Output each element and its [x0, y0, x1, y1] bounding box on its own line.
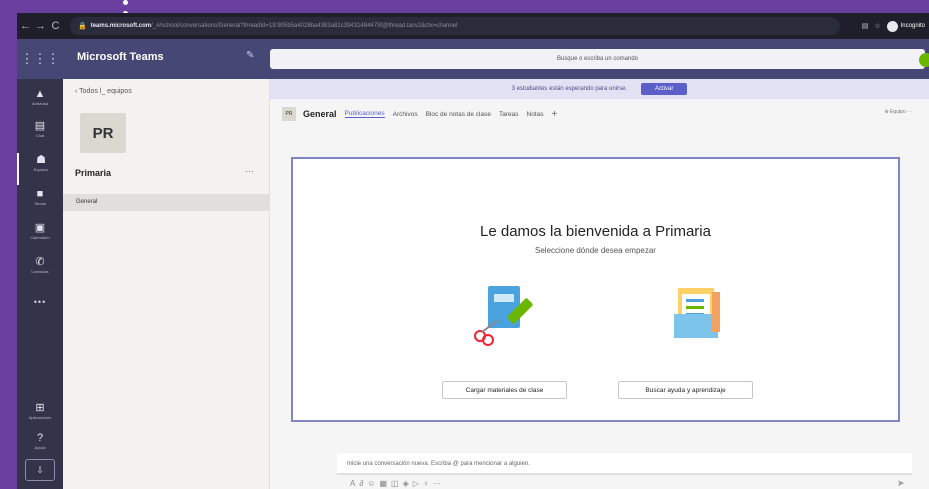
url-path: /_#/school/conversations/General?threadI…	[151, 23, 458, 29]
phone-icon: ✆	[35, 256, 45, 268]
channel-item-general[interactable]: General	[63, 194, 269, 211]
address-bar[interactable]: 🔒 teams.microsoft.com /_#/school/convers…	[70, 17, 840, 35]
rail-label: Ayuda	[34, 445, 46, 450]
rail-item-aplicaciones[interactable]: ⊞ Aplicaciones	[17, 401, 63, 433]
rail-label: Tareas	[33, 201, 46, 206]
gif-icon[interactable]: ▦	[379, 479, 391, 488]
tab-bloc-de-notas[interactable]: Bloc de notas de clase	[426, 111, 491, 118]
all-teams-label: Todos l_ equipos	[79, 88, 132, 95]
url-host: teams.microsoft.com	[90, 23, 152, 29]
help-learning-illustration	[674, 288, 720, 338]
tab-publicaciones[interactable]: Publicaciones	[344, 110, 385, 118]
browser-actions: ▤ ☆ Incognito	[862, 20, 925, 32]
more-options-icon[interactable]: ⋯	[433, 479, 445, 488]
tab-notas[interactable]: Notas	[527, 111, 544, 118]
more-apps-icon[interactable]: •••	[17, 297, 63, 307]
team-button-label: Equipo	[890, 109, 906, 115]
rail-label: Chat	[35, 133, 45, 138]
tab-archivos[interactable]: Archivos	[393, 111, 418, 118]
screenshot-frame: ← → C 🔒 teams.microsoft.com /_#/school/c…	[0, 0, 929, 489]
all-teams-link[interactable]: ‹ Todos l_ equipos	[75, 88, 132, 95]
rail-item-llamadas[interactable]: ✆ Llamadas	[17, 255, 63, 287]
browser-toolbar: ← → C 🔒 teams.microsoft.com /_#/school/c…	[17, 13, 929, 39]
extension-icon[interactable]: ▤	[862, 22, 869, 30]
sticker-icon[interactable]: ◫	[391, 479, 403, 488]
rail-item-chat[interactable]: ▤ Chat	[17, 119, 63, 151]
team-name: Primaria	[75, 168, 112, 178]
channel-title: General	[303, 109, 337, 119]
new-chat-icon[interactable]: ✎	[246, 50, 254, 61]
rail-label: Aplicaciones	[28, 415, 52, 420]
team-more-options-icon[interactable]: ···	[245, 166, 254, 176]
assignments-icon: ■	[36, 188, 44, 200]
help-icon: ?	[36, 432, 44, 444]
rail-label: Equipos	[33, 167, 49, 172]
channel-header: PR General Publicaciones Archivos Bloc d…	[270, 99, 929, 129]
compose-toolbar: A∂☺▦◫◈▷♀⋯	[350, 479, 445, 488]
emoji-icon[interactable]: ☺	[367, 479, 379, 488]
stream-icon[interactable]: ▷	[413, 479, 423, 488]
team-button[interactable]: ⊕ Equipo ⋯	[884, 109, 912, 115]
reload-icon[interactable]: C	[49, 20, 62, 32]
marker-dot	[123, 0, 128, 5]
bell-icon: ▲	[34, 88, 46, 100]
app-window: ← → C 🔒 teams.microsoft.com /_#/school/c…	[17, 13, 929, 489]
teams-pane: ‹ Todos l_ equipos PR Primaria ··· Gener…	[63, 79, 270, 489]
incognito-label: Incognito	[900, 23, 925, 29]
rail-label: Calendario	[30, 235, 50, 240]
banner-text: 3 estudiantes están esperando para unirs…	[511, 86, 628, 92]
meet-icon[interactable]: ◈	[403, 479, 413, 488]
app-launcher-icon[interactable]: ⋮⋮⋮	[17, 39, 63, 79]
rail-item-equipos[interactable]: ☗ Equipos	[17, 153, 63, 185]
app-rail: ▲ Actividad ▤ Chat ☗ Equipos ■ Tareas ▣ …	[17, 79, 63, 489]
add-tab-icon[interactable]: +	[551, 109, 557, 120]
praise-icon[interactable]: ♀	[423, 479, 433, 488]
download-app-icon[interactable]: ⇩	[25, 459, 55, 481]
calendar-icon: ▣	[34, 222, 46, 234]
forward-arrow-icon[interactable]: →	[34, 20, 47, 32]
incognito-indicator[interactable]: Incognito	[886, 20, 925, 32]
rail-label: Llamadas	[31, 269, 49, 274]
app-title: Microsoft Teams	[77, 51, 164, 63]
send-icon[interactable]: ➤	[897, 478, 905, 489]
rail-item-calendario[interactable]: ▣ Calendario	[17, 221, 63, 253]
team-avatar: PR	[80, 113, 126, 153]
main-content: 3 estudiantes están esperando para unirs…	[270, 79, 929, 489]
welcome-card: Le damos la bienvenida a Primaria Selecc…	[291, 157, 900, 422]
search-input[interactable]: Busque o escriba un comando	[270, 49, 925, 69]
apps-icon: ⊞	[35, 402, 45, 414]
lock-icon: 🔒	[78, 23, 87, 30]
user-avatar[interactable]	[919, 53, 929, 67]
new-conversation-input[interactable]: Inicie una conversación nueva. Escriba @…	[337, 453, 912, 475]
bookmark-star-icon[interactable]: ☆	[874, 22, 880, 30]
join-request-banner: 3 estudiantes están esperando para unirs…	[270, 79, 929, 99]
teams-icon: ☗	[36, 154, 46, 166]
chat-icon: ▤	[34, 120, 46, 132]
channel-avatar: PR	[282, 107, 296, 121]
welcome-subtitle: Seleccione dónde desea empezar	[535, 246, 656, 255]
teams-header: ⋮⋮⋮ Microsoft Teams ✎ Busque o escriba u…	[17, 39, 929, 79]
activate-button[interactable]: Activar	[641, 83, 688, 95]
find-help-button[interactable]: Buscar ayuda y aprendizaje	[618, 381, 753, 399]
class-materials-illustration	[474, 286, 533, 346]
tab-tareas[interactable]: Tareas	[499, 111, 519, 118]
back-arrow-icon[interactable]: ←	[19, 20, 32, 32]
rail-item-actividad[interactable]: ▲ Actividad	[17, 87, 63, 119]
rail-item-tareas[interactable]: ■ Tareas	[17, 187, 63, 219]
load-class-materials-button[interactable]: Cargar materiales de clase	[442, 381, 567, 399]
incognito-icon	[886, 20, 898, 32]
rail-label: Actividad	[31, 101, 49, 106]
format-icon[interactable]: A	[350, 479, 359, 488]
welcome-title: Le damos la bienvenida a Primaria	[480, 223, 711, 240]
